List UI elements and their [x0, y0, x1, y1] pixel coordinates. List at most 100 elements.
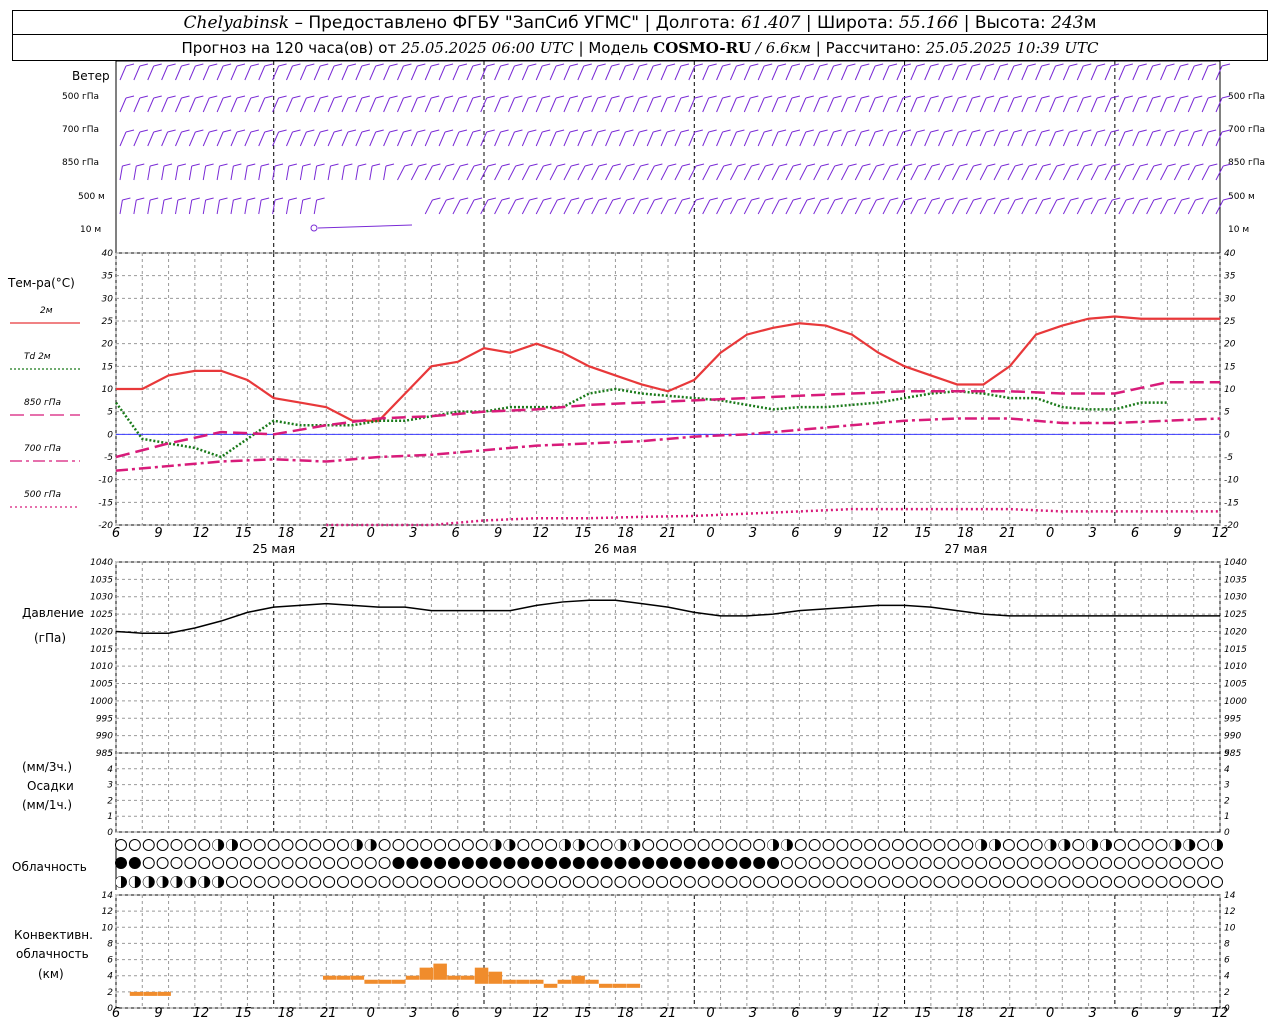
- cloud-cover-symbol: [434, 839, 447, 851]
- wind-barb: [577, 165, 586, 181]
- wind-barb-flag: [403, 129, 412, 133]
- cloud-cover-symbol: [1086, 876, 1099, 888]
- cloud-cover-symbol: [531, 857, 544, 869]
- wind-barb: [369, 97, 377, 113]
- wind-barb: [327, 97, 335, 113]
- wind-barb: [1215, 131, 1223, 147]
- wind-barb-flag: [1112, 197, 1121, 201]
- wind-level-850hpa-r: 850 гПа: [1228, 158, 1265, 168]
- wind-barb-flag: [999, 129, 1009, 133]
- wind-barb-flag: [611, 95, 620, 99]
- conv-cloud-bar: [474, 967, 489, 984]
- wind-barb: [507, 131, 515, 147]
- wind-barb-flag: [222, 129, 232, 133]
- wind-barb: [1201, 65, 1209, 81]
- cloud-cover-symbol: [1100, 857, 1113, 869]
- cloud-cover-symbol: [780, 857, 793, 869]
- wind-level-500m: 500 м: [78, 192, 105, 202]
- wind-barb-flag: [557, 197, 566, 201]
- wind-barb: [965, 165, 974, 181]
- cloud-cover-symbol: [1058, 857, 1071, 869]
- wind-barb: [1118, 165, 1127, 181]
- wind-barb-flag: [542, 95, 551, 99]
- cloud-cover-symbol: [808, 839, 821, 851]
- wind-barb: [924, 97, 932, 113]
- pressure-tick-label: 1000: [90, 697, 113, 707]
- precip-tick-label: 1: [107, 812, 113, 822]
- wind-barb-flag: [695, 163, 705, 167]
- wind-barb: [1201, 165, 1210, 181]
- wind-barb: [951, 97, 959, 113]
- wind-barb-flag: [487, 197, 497, 201]
- cloud-cover-partial: [129, 876, 135, 888]
- cloud-cover-symbol: [1155, 839, 1168, 851]
- cloud-cover-symbol: [628, 857, 641, 869]
- wind-barb: [1146, 131, 1154, 147]
- cloud-cover-symbol: [1072, 839, 1085, 851]
- temp-tick-label: -15: [98, 498, 113, 508]
- cloud-cover-symbol: [128, 857, 141, 869]
- wind-barb: [175, 65, 182, 81]
- conv-tick-label: 10: [1224, 923, 1236, 933]
- cloud-cover-symbol: [239, 839, 252, 851]
- wind-barb-flag: [1069, 129, 1078, 133]
- wind-barb: [646, 165, 655, 181]
- conv-cloud-bar: [599, 983, 613, 988]
- wind-barb: [910, 65, 918, 81]
- wind-barb-flag: [473, 163, 483, 167]
- wind-barb-flag: [195, 129, 204, 133]
- wind-barb: [1035, 65, 1043, 81]
- wind-barb-flag: [890, 197, 899, 201]
- hour-tick-label: 6: [452, 1006, 460, 1021]
- wind-barb-flag: [694, 63, 703, 67]
- wind-barb: [424, 199, 433, 215]
- wind-barb: [882, 165, 891, 181]
- pressure-tick-label: 1010: [90, 662, 113, 672]
- wind-barb-flag: [278, 95, 287, 99]
- wind-barb-flag: [1055, 63, 1064, 67]
- wind-barb-flag: [236, 63, 246, 67]
- wind-barb: [355, 131, 363, 147]
- cloud-cover-symbol: [309, 876, 322, 888]
- cloud-cover-symbol: [905, 839, 918, 851]
- wind-barb-flag: [320, 63, 329, 67]
- wind-barb-flag: [736, 95, 745, 99]
- cloud-cover-symbol: [1113, 839, 1126, 851]
- wind-barb-flag: [805, 63, 814, 67]
- cloud-cover-symbol: [1155, 857, 1168, 869]
- cloud-cover-symbol: [267, 839, 280, 851]
- wind-barb-flag: [209, 129, 218, 133]
- temp-tick-label: 20: [1224, 340, 1236, 350]
- temp-tick-label: -5: [104, 453, 113, 463]
- cloud-cover-partial: [1169, 839, 1176, 851]
- wind-barb: [216, 131, 224, 147]
- cloud-cover-symbol: [545, 839, 558, 851]
- wind-barb-flag: [153, 95, 162, 99]
- wind-barb-flag: [333, 129, 343, 133]
- precip-tick-label: 3: [107, 781, 113, 791]
- cloud-cover-symbol: [281, 839, 294, 851]
- meteogram: Ветер 500 гПа 700 гПа 850 гПа 500 м 10 м…: [7, 60, 1265, 1021]
- wind-barb: [286, 65, 293, 81]
- wind-barb: [757, 131, 765, 147]
- cloud-cover-symbol: [975, 876, 988, 888]
- cloud-cover-symbol: [933, 876, 946, 888]
- wind-barb-flag: [330, 163, 339, 167]
- wind-barb-flag: [847, 63, 856, 67]
- cloud-cover-symbol: [267, 857, 280, 869]
- cloud-cover-symbol: [822, 857, 835, 869]
- wind-barb-flag: [737, 163, 746, 167]
- cloud-cover-symbol: [753, 857, 766, 869]
- temp-tick-label: 30: [102, 294, 114, 304]
- wind-barb-flag: [779, 163, 788, 167]
- wind-barb-flag: [514, 63, 523, 67]
- wind-barb-flag: [472, 63, 481, 67]
- wind-barb: [632, 97, 640, 113]
- conv-tick-label: 14: [1224, 891, 1236, 901]
- wind-barb-flag: [316, 197, 325, 201]
- pressure-unit: (гПа): [34, 631, 66, 645]
- wind-barb: [1187, 65, 1195, 81]
- cloud-cover-symbol: [947, 839, 960, 851]
- cloud-cover-symbol: [295, 839, 308, 851]
- wind-barb-flag: [444, 63, 454, 67]
